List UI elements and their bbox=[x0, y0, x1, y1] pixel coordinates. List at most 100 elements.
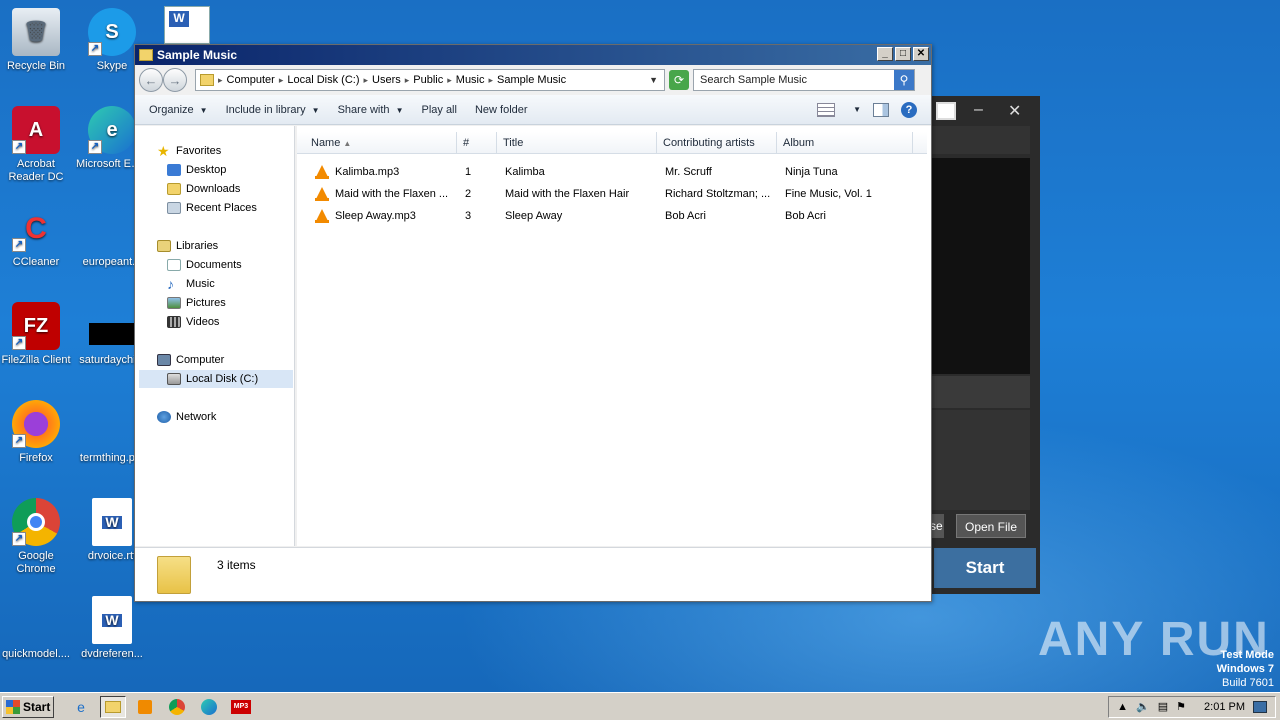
chrome-taskbar-icon[interactable] bbox=[164, 696, 190, 718]
vlc-media-icon bbox=[315, 165, 329, 179]
explorer-window: Sample Music _ □ ✕ ← → ▸ Computer ▸ Loca… bbox=[134, 44, 932, 602]
chevron-right-icon: ▸ bbox=[363, 74, 369, 85]
taskbar: Start e MP3 ▲ 🔈 ▤ ⚑ 2:01 PM bbox=[0, 692, 1280, 720]
search-icon[interactable]: ⚲ bbox=[894, 70, 914, 90]
chevron-right-icon: ▸ bbox=[278, 74, 284, 85]
back-button[interactable]: ← bbox=[139, 68, 163, 92]
computer-icon bbox=[157, 354, 171, 366]
breadcrumb-users[interactable]: Users bbox=[372, 74, 401, 86]
shortcut-arrow-icon: ↗ bbox=[12, 238, 26, 252]
file-row[interactable]: Sleep Away.mp3 3 Sleep Away Bob Acri Bob… bbox=[297, 205, 915, 227]
search-input[interactable]: Search Sample Music ⚲ bbox=[693, 69, 915, 91]
nav-desktop[interactable]: Desktop bbox=[167, 161, 226, 179]
desktop-icon-recycle-bin[interactable]: 🗑 Recycle Bin bbox=[0, 8, 72, 73]
search-placeholder: Search Sample Music bbox=[700, 74, 807, 86]
column-header-artists[interactable]: Contributing artists bbox=[657, 132, 777, 154]
desktop-icon-chrome[interactable]: ↗ Google Chrome bbox=[0, 498, 72, 576]
black-thumbnail-icon bbox=[89, 323, 135, 345]
nav-downloads[interactable]: Downloads bbox=[167, 180, 240, 198]
breadcrumb-computer[interactable]: Computer bbox=[227, 74, 275, 86]
desktop-icon-firefox[interactable]: ↗ Firefox bbox=[0, 400, 72, 465]
word-doc-icon[interactable]: W bbox=[164, 6, 210, 44]
media-player-taskbar-icon[interactable] bbox=[132, 696, 158, 718]
window-titlebar[interactable]: Sample Music _ □ ✕ bbox=[135, 45, 931, 65]
desktop-icon-ccleaner[interactable]: C ↗ CCleaner bbox=[0, 204, 72, 269]
action-center-flag-icon[interactable]: ⚑ bbox=[1176, 700, 1186, 713]
close-icon[interactable]: ✕ bbox=[1008, 101, 1021, 121]
clock[interactable]: 2:01 PM bbox=[1204, 701, 1245, 713]
column-header-name[interactable]: Name ▲ bbox=[297, 132, 457, 154]
breadcrumb-local-disk[interactable]: Local Disk (C:) bbox=[287, 74, 359, 86]
bg-app-partial-button[interactable]: se bbox=[930, 514, 944, 538]
column-header-album[interactable]: Album bbox=[777, 132, 913, 154]
chevron-right-icon: ▸ bbox=[488, 74, 494, 85]
show-hidden-icons-icon[interactable]: ▲ bbox=[1117, 701, 1128, 713]
nav-local-disk[interactable]: Local Disk (C:) bbox=[139, 370, 293, 388]
network-icon[interactable]: ▤ bbox=[1158, 700, 1168, 713]
blank-file-icon bbox=[88, 400, 136, 448]
nav-documents[interactable]: Documents bbox=[167, 256, 242, 274]
volume-icon[interactable]: 🔈 bbox=[1136, 700, 1150, 713]
shortcut-arrow-icon: ↗ bbox=[88, 140, 102, 154]
desktop-icon-filezilla[interactable]: FZ ↗ FileZilla Client bbox=[0, 302, 72, 367]
blank-file-icon bbox=[88, 204, 136, 252]
play-all-button[interactable]: Play all bbox=[421, 104, 456, 116]
word-badge-icon: W bbox=[102, 613, 122, 627]
file-album: Ninja Tuna bbox=[785, 166, 838, 178]
show-desktop-icon[interactable] bbox=[1253, 700, 1267, 713]
maximize-button[interactable]: □ bbox=[895, 47, 911, 61]
nav-favorites[interactable]: ★ Favorites bbox=[157, 142, 221, 160]
column-header-title[interactable]: Title bbox=[497, 132, 657, 154]
breadcrumb-sample-music[interactable]: Sample Music bbox=[497, 74, 566, 86]
view-options-icon[interactable] bbox=[817, 102, 836, 117]
pictures-icon bbox=[167, 297, 181, 309]
breadcrumb-public[interactable]: Public bbox=[413, 74, 443, 86]
nav-pictures[interactable]: Pictures bbox=[167, 294, 226, 312]
breadcrumb-music[interactable]: Music bbox=[456, 74, 485, 86]
nav-videos[interactable]: Videos bbox=[167, 313, 219, 331]
star-icon: ★ bbox=[157, 143, 170, 159]
file-artists: Mr. Scruff bbox=[665, 166, 712, 178]
address-bar[interactable]: ▸ Computer ▸ Local Disk (C:) ▸ Users ▸ P… bbox=[195, 69, 665, 91]
videos-icon bbox=[167, 316, 181, 328]
file-row[interactable]: Maid with the Flaxen ... 2 Maid with the… bbox=[297, 183, 915, 205]
nav-network[interactable]: Network bbox=[157, 408, 216, 426]
column-header-number[interactable]: # bbox=[457, 132, 497, 154]
preview-pane-icon[interactable] bbox=[873, 102, 889, 117]
desktop-icon-acrobat[interactable]: A ↗ Acrobat Reader DC bbox=[0, 106, 72, 184]
include-in-library-menu[interactable]: Include in library ▼ bbox=[226, 104, 320, 116]
nav-music[interactable]: ♪ Music bbox=[167, 275, 215, 293]
minimize-icon[interactable]: – bbox=[974, 101, 983, 119]
bg-app-dropdown[interactable] bbox=[936, 102, 956, 120]
vlc-media-icon bbox=[315, 209, 329, 223]
windows-logo-icon bbox=[6, 699, 20, 714]
ccleaner-icon: C ↗ bbox=[12, 204, 60, 252]
file-row[interactable]: Kalimba.mp3 1 Kalimba Mr. Scruff Ninja T… bbox=[297, 161, 915, 183]
open-file-button[interactable]: Open File bbox=[956, 514, 1026, 538]
minimize-button[interactable]: _ bbox=[877, 47, 893, 61]
forward-button[interactable]: → bbox=[163, 68, 187, 92]
nav-recent-places[interactable]: Recent Places bbox=[167, 199, 257, 217]
start-menu-button[interactable]: Start bbox=[2, 695, 54, 718]
explorer-taskbar-icon[interactable] bbox=[100, 695, 126, 718]
refresh-icon[interactable]: ⟳ bbox=[669, 70, 689, 90]
edge-taskbar-icon[interactable] bbox=[196, 696, 222, 718]
new-folder-button[interactable]: New folder bbox=[475, 104, 528, 116]
file-artists: Bob Acri bbox=[665, 210, 706, 222]
sort-ascending-icon: ▲ bbox=[343, 139, 352, 148]
desktop-icon-dvdreferen[interactable]: W dvdreferen... bbox=[76, 596, 148, 661]
share-with-menu[interactable]: Share with ▼ bbox=[338, 104, 404, 116]
desktop-icon-quickmodel[interactable]: quickmodel.... bbox=[0, 596, 72, 661]
blank-file-icon bbox=[12, 596, 60, 644]
internet-explorer-icon[interactable]: e bbox=[68, 696, 94, 718]
help-icon[interactable]: ? bbox=[901, 101, 917, 118]
caret-down-icon[interactable]: ▼ bbox=[853, 105, 861, 114]
start-button[interactable]: Start bbox=[934, 548, 1036, 588]
chevron-down-icon[interactable]: ▼ bbox=[649, 75, 658, 85]
close-button[interactable]: ✕ bbox=[913, 47, 929, 61]
nav-computer[interactable]: Computer bbox=[157, 351, 224, 369]
column-headers: Name ▲ # Title Contributing artists Albu… bbox=[297, 132, 927, 154]
mp3cut-taskbar-icon[interactable]: MP3 bbox=[228, 696, 254, 718]
organize-menu[interactable]: Organize ▼ bbox=[149, 104, 208, 116]
nav-libraries[interactable]: Libraries bbox=[157, 237, 218, 255]
